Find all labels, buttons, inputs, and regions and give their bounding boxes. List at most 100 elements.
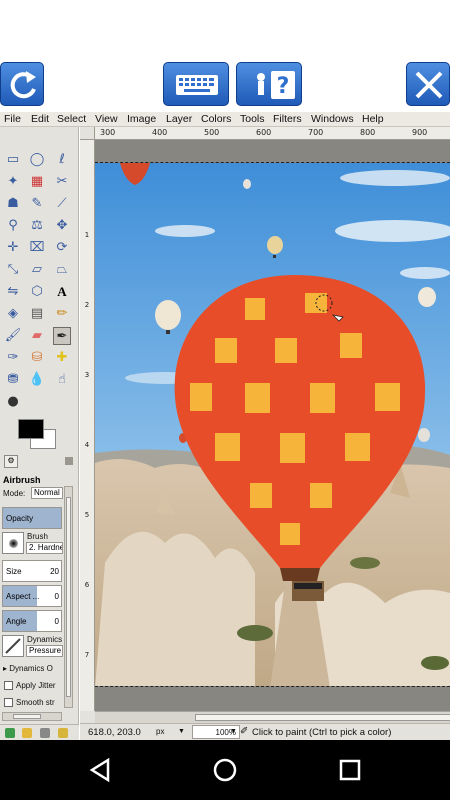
ruler-left[interactable]: 1 2 3 4 5 6 7 — [80, 140, 95, 711]
foreground-select-icon[interactable]: ☗ — [4, 195, 22, 213]
color-swatches[interactable] — [18, 419, 58, 451]
brush-shape-icon — [9, 539, 18, 548]
crop-icon[interactable]: ⌧ — [28, 239, 46, 257]
recents-icon[interactable] — [336, 756, 364, 784]
ruler-left-label: 3 — [84, 371, 90, 379]
dynamics-preview[interactable] — [2, 635, 24, 657]
home-icon[interactable] — [211, 756, 239, 784]
fuzzy-select-icon[interactable]: ✦ — [4, 173, 22, 191]
ruler-corner[interactable] — [80, 127, 95, 140]
ruler-top-label: 900 — [412, 128, 428, 137]
measure-icon[interactable]: ⚖ — [28, 217, 46, 235]
menu-image[interactable]: Image — [127, 113, 156, 125]
menu-edit[interactable]: Edit — [31, 113, 49, 125]
close-button[interactable] — [406, 62, 450, 106]
zoom-dropdown-icon[interactable]: ▼ — [230, 728, 237, 735]
canvas-hscrollbar[interactable] — [95, 711, 450, 723]
blur-icon[interactable]: 💧 — [28, 371, 46, 389]
dynamics-field[interactable]: Pressure — [26, 645, 63, 657]
color-picker-icon[interactable]: ⟋ — [53, 195, 71, 213]
unit-dropdown-icon[interactable]: ▼ — [178, 728, 185, 735]
flip-icon[interactable]: ⇋ — [4, 283, 22, 301]
dynamics-options-expander[interactable]: ▸ Dynamics O — [3, 664, 53, 673]
opacity-slider[interactable]: Opacity — [2, 507, 62, 529]
smooth-stroke-checkbox[interactable] — [4, 698, 13, 707]
heal-icon[interactable]: ✚ — [53, 349, 71, 367]
menu-view[interactable]: View — [95, 113, 118, 125]
apply-jitter-checkbox[interactable] — [4, 681, 13, 690]
menu-colors[interactable]: Colors — [201, 113, 231, 125]
help-button[interactable]: ? — [236, 62, 302, 106]
size-value: 20 — [50, 567, 59, 576]
ink-icon[interactable]: ✑ — [4, 349, 22, 367]
ruler-left-label: 4 — [84, 441, 90, 449]
perspective-icon[interactable]: ⏢ — [53, 261, 71, 279]
align-icon[interactable]: ✛ — [4, 239, 22, 257]
keyboard-icon — [176, 75, 218, 95]
brush-name-field[interactable]: 2. Hardness — [26, 542, 63, 554]
clone-icon[interactable]: ⛁ — [28, 349, 46, 367]
dodge-burn-icon[interactable]: ● — [4, 393, 22, 411]
navigation-corner[interactable] — [80, 711, 95, 723]
scale-icon[interactable]: ⤡ — [4, 261, 22, 279]
shear-icon[interactable]: ▱ — [28, 261, 46, 279]
restore-preset-icon[interactable] — [22, 728, 32, 738]
unit-label[interactable]: px — [156, 727, 164, 736]
angle-value: 0 — [54, 617, 59, 626]
paintbrush-icon[interactable]: 🖌 — [4, 327, 22, 345]
angle-slider[interactable]: Angle 0 — [2, 610, 62, 632]
dynamics-options-label: Dynamics O — [9, 664, 53, 673]
refresh-button[interactable] — [0, 62, 44, 106]
smudge-icon[interactable]: ☝ — [53, 371, 71, 389]
menu-filters[interactable]: Filters — [273, 113, 302, 125]
perspective-clone-icon[interactable]: ⛃ — [4, 371, 22, 389]
rect-select-icon[interactable]: ▭ — [4, 151, 22, 169]
menubar: File Edit Select View Image Layer Colors… — [0, 112, 450, 127]
delete-preset-icon[interactable] — [40, 728, 50, 738]
menu-select[interactable]: Select — [57, 113, 86, 125]
ruler-left-label: 5 — [84, 511, 90, 519]
menu-layer[interactable]: Layer — [166, 113, 192, 125]
save-preset-icon[interactable] — [5, 728, 15, 738]
options-vscrollbar[interactable] — [64, 486, 73, 708]
menu-file[interactable]: File — [4, 113, 21, 125]
foreground-color[interactable] — [18, 419, 44, 439]
ruler-top-label: 400 — [152, 128, 168, 137]
back-icon[interactable] — [86, 756, 114, 784]
aspect-slider[interactable]: Aspect ... 0 — [2, 585, 62, 607]
pointer-coordinates: 618.0, 203.0 — [88, 727, 141, 738]
ruler-top-label: 300 — [100, 128, 116, 137]
pencil-icon[interactable]: ✏ — [53, 305, 71, 323]
brush-preview[interactable] — [2, 532, 24, 554]
menu-tools[interactable]: Tools — [240, 113, 265, 125]
svg-text:?: ? — [277, 74, 290, 99]
paths-icon[interactable]: ✎ — [28, 195, 46, 213]
mode-select[interactable]: Normal — [31, 487, 63, 499]
cage-transform-icon[interactable]: ⬡ — [28, 283, 46, 301]
size-slider[interactable]: Size 20 — [2, 560, 62, 582]
move-icon[interactable]: ✥ — [53, 217, 71, 235]
text-tool-icon[interactable]: A — [53, 283, 71, 301]
eraser-icon[interactable]: ▰ — [28, 327, 46, 345]
color-select-icon[interactable]: ▦ — [28, 173, 46, 191]
keyboard-button[interactable] — [163, 62, 229, 106]
options-hscrollbar[interactable] — [2, 712, 62, 721]
image-canvas[interactable] — [95, 162, 450, 687]
ruler-left-label: 7 — [84, 651, 90, 659]
bucket-fill-icon[interactable]: ◈ — [4, 305, 22, 323]
reset-icon[interactable] — [58, 728, 68, 738]
menu-windows[interactable]: Windows — [311, 113, 354, 125]
ruler-top-label: 800 — [360, 128, 376, 137]
zoom-icon[interactable]: ⚲ — [4, 217, 22, 235]
ellipse-select-icon[interactable]: ◯ — [28, 151, 46, 169]
panel-menu-icon[interactable] — [65, 457, 73, 465]
scissors-icon[interactable]: ✂ — [53, 173, 71, 191]
dynamics-curve-icon — [5, 638, 21, 654]
ruler-top[interactable]: 300 400 500 600 700 800 900 — [95, 127, 450, 140]
rotate-icon[interactable]: ⟳ — [53, 239, 71, 257]
tool-options-tab-icon[interactable]: ⚙ — [4, 455, 18, 468]
blend-icon[interactable]: ▤ — [28, 305, 46, 323]
free-select-icon[interactable]: ℓ — [53, 151, 71, 169]
airbrush-icon[interactable]: ✒ — [53, 327, 71, 345]
menu-help[interactable]: Help — [362, 113, 384, 125]
